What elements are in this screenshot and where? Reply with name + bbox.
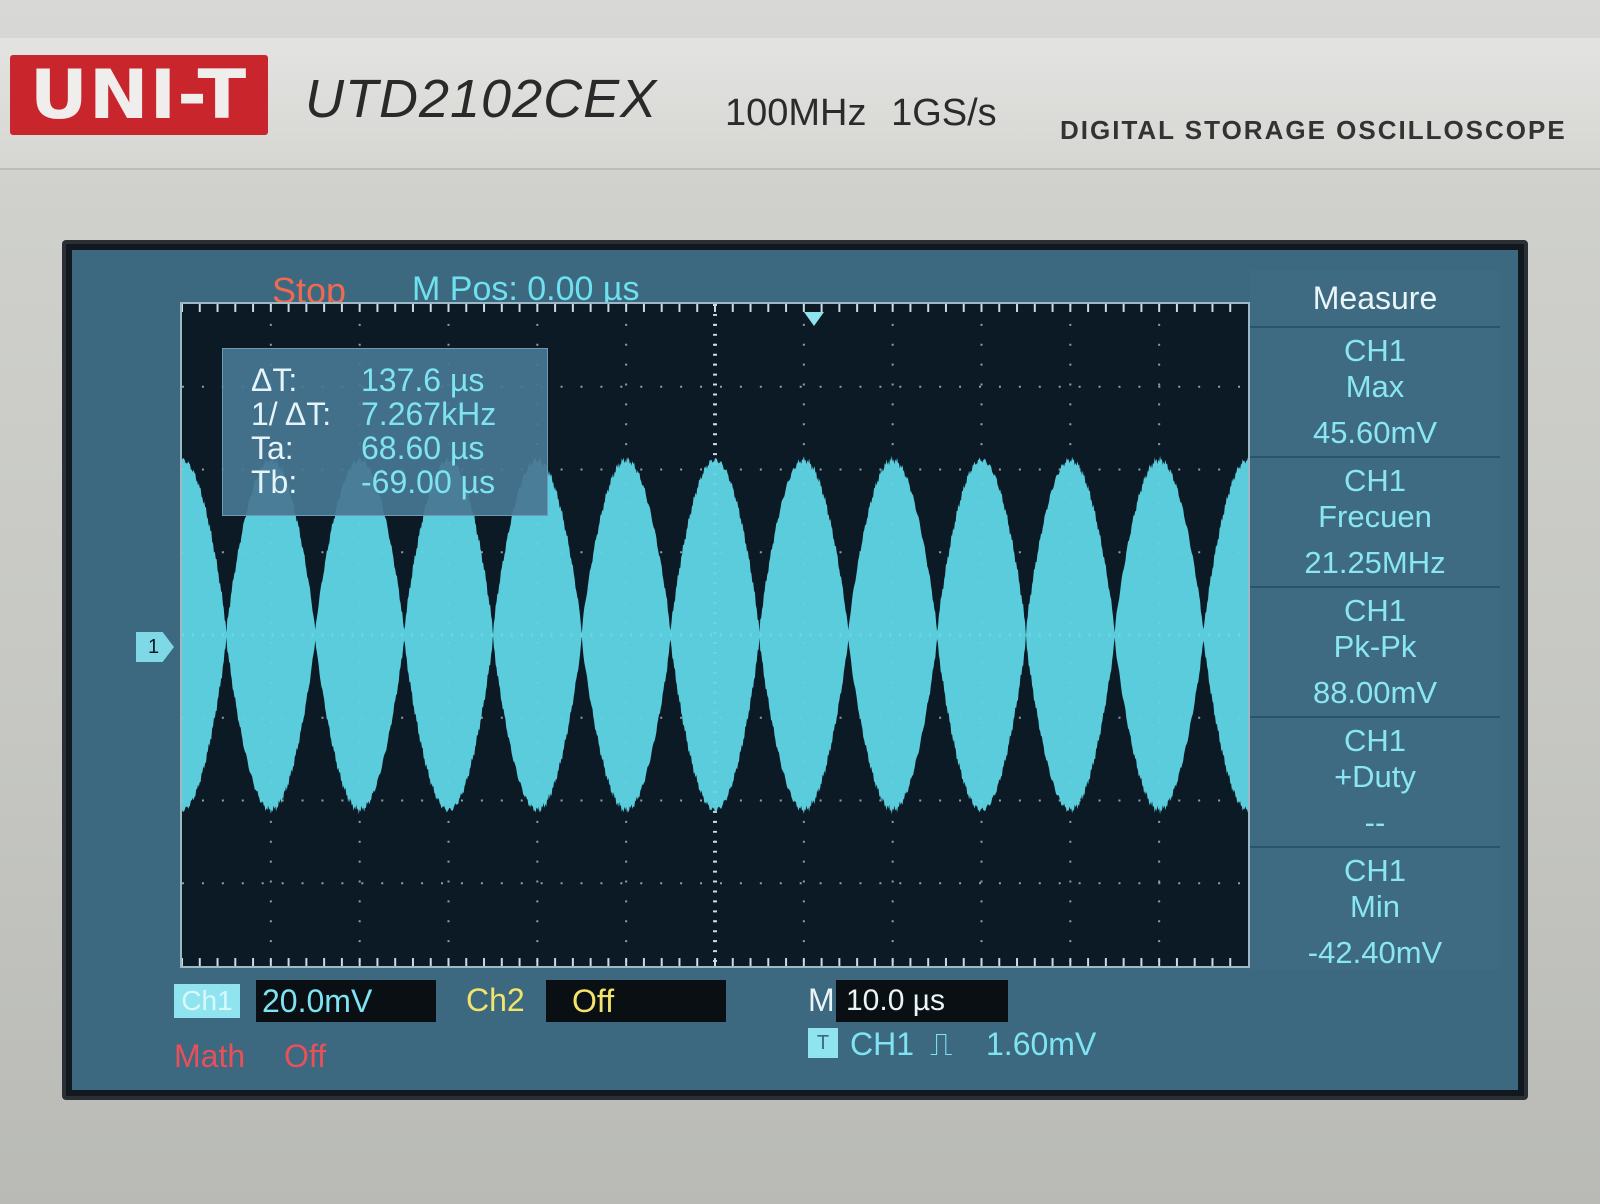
measure-value: -42.40mV — [1307, 935, 1443, 970]
measure-channel: CH1 — [1343, 593, 1406, 628]
measure-channel: CH1 — [1343, 463, 1406, 498]
measure-name: Min — [1350, 889, 1400, 924]
timebase-label: M — [808, 982, 835, 1018]
measure-item-frequency[interactable]: CH1 Frecuen 21.25MHz — [1250, 456, 1500, 586]
measure-name: Frecuen — [1318, 499, 1432, 534]
cursor-value: 7.267kHz — [361, 395, 497, 432]
trigger-position-arrow-icon[interactable] — [804, 312, 824, 326]
sample-rate-label: 1GS/s — [891, 92, 997, 134]
ch1-channel-tag[interactable]: Ch1 — [174, 984, 240, 1018]
ch1-volts-per-div[interactable]: 20.0mV — [256, 980, 436, 1022]
trigger-icon: T — [808, 1028, 838, 1058]
screen-display: Stop M Pos: 0.00 µs 1 ΔT: 137.6 µs 1/ ΔT… — [72, 250, 1518, 1090]
cursor-row-delta-t: ΔT: 137.6 µs — [251, 361, 547, 398]
model-name: UTD2102CEX — [305, 69, 658, 129]
bandwidth-label: 100MHz — [725, 92, 867, 134]
cursor-key: ΔT: — [251, 361, 298, 398]
cursor-value: 137.6 µs — [361, 361, 485, 398]
brand-logo: UNI-T — [10, 55, 268, 135]
ch2-state[interactable]: Off — [546, 980, 726, 1022]
measure-name: +Duty — [1334, 759, 1416, 794]
math-channel-label[interactable]: Math — [174, 1038, 245, 1075]
measure-value: 88.00mV — [1312, 675, 1438, 710]
oscilloscope-screen: Stop M Pos: 0.00 µs 1 ΔT: 137.6 µs 1/ ΔT… — [62, 240, 1528, 1100]
ch2-channel-tag[interactable]: Ch2 — [466, 982, 525, 1019]
cursor-row-ta: Ta: 68.60 µs — [251, 429, 547, 466]
measure-panel: Measure CH1 Max 45.60mV CH1 Frecuen 21.2… — [1250, 270, 1500, 970]
brand-logo-text: UNI-T — [30, 55, 248, 135]
trigger-level[interactable]: 1.60mV — [986, 1026, 1096, 1063]
cursor-key: Ta: — [251, 429, 294, 466]
measure-item-duty[interactable]: CH1 +Duty -- — [1250, 716, 1500, 846]
cursor-readout-box: ΔT: 137.6 µs 1/ ΔT: 7.267kHz Ta: 68.60 µ… — [222, 348, 548, 516]
rising-edge-icon: ⎍ — [930, 1026, 953, 1062]
cursor-value: -69.00 µs — [361, 463, 496, 500]
trigger-source[interactable]: CH1 — [850, 1026, 914, 1063]
measure-item-max[interactable]: CH1 Max 45.60mV — [1250, 326, 1500, 456]
cursor-row-inverse-delta-t: 1/ ΔT: 7.267kHz — [251, 395, 547, 432]
ch1-marker-label: 1 — [148, 635, 160, 658]
measure-panel-title: Measure — [1312, 279, 1438, 316]
device-specs: 100MHz 1GS/s — [725, 92, 997, 135]
cursor-key: 1/ ΔT: — [251, 395, 332, 432]
cursor-value: 68.60 µs — [361, 429, 485, 466]
measure-value: 21.25MHz — [1304, 545, 1446, 580]
timebase-scale[interactable]: 10.0 µs — [836, 980, 1008, 1022]
measure-value: 45.60mV — [1312, 415, 1438, 450]
status-bar: Ch1 20.0mV Ch2 Off M 10.0 µs T CH1 ⎍ 1.6… — [168, 976, 1528, 1086]
ch1-ground-marker[interactable]: 1 — [136, 632, 174, 662]
device-description: DIGITAL STORAGE OSCILLOSCOPE — [1060, 115, 1567, 145]
measure-item-min[interactable]: CH1 Min -42.40mV — [1250, 846, 1500, 976]
measure-channel: CH1 — [1343, 333, 1406, 368]
math-state[interactable]: Off — [284, 1038, 326, 1075]
measure-name: Max — [1345, 369, 1405, 404]
measure-name: Pk-Pk — [1333, 629, 1417, 664]
measure-item-pk-pk[interactable]: CH1 Pk-Pk 88.00mV — [1250, 586, 1500, 716]
cursor-key: Tb: — [251, 463, 298, 500]
measure-channel: CH1 — [1343, 723, 1406, 758]
measure-channel: CH1 — [1343, 853, 1406, 888]
measure-value: -- — [1364, 805, 1386, 840]
cursor-row-tb: Tb: -69.00 µs — [251, 463, 547, 500]
